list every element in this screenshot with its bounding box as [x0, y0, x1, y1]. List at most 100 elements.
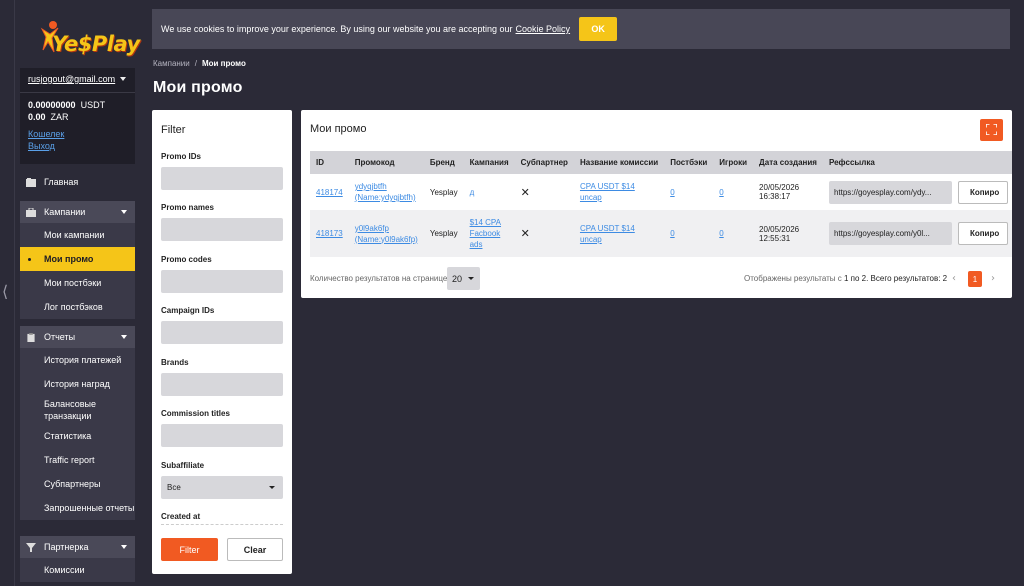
- cell-ref-link: https://goyesplay.com/ydy... Копиро: [822, 174, 1012, 210]
- nav-reports-header[interactable]: Отчеты: [20, 326, 135, 348]
- commission-titles-input[interactable]: [161, 424, 283, 447]
- ref-link-field[interactable]: https://goyesplay.com/y0l...: [828, 222, 952, 245]
- wallet-link[interactable]: Кошелек: [28, 128, 127, 140]
- nav-subpartners[interactable]: Субпартнеры: [20, 472, 135, 496]
- results-title: Мои промо: [310, 123, 367, 135]
- per-page-select[interactable]: 20: [447, 267, 480, 290]
- subaffiliate-label: Subaffiliate: [161, 461, 205, 470]
- campaign-link[interactable]: д: [470, 188, 475, 197]
- col-promocode[interactable]: Промокод: [348, 151, 424, 174]
- nav-reward-history[interactable]: История наград: [20, 372, 135, 396]
- col-campaign[interactable]: Кампания: [463, 151, 515, 174]
- clear-button[interactable]: Clear: [227, 538, 283, 561]
- col-players[interactable]: Игроки: [713, 151, 754, 174]
- filter-button[interactable]: Filter: [161, 538, 218, 561]
- promo-codes-label: Promo codes: [161, 255, 212, 264]
- nav-my-campaigns[interactable]: Мои кампании: [20, 223, 135, 247]
- collapse-divider: [14, 0, 15, 586]
- nav-home[interactable]: Главная: [20, 172, 135, 192]
- col-id[interactable]: ID: [310, 151, 349, 174]
- results-summary: Отображены результаты с 1 по 2. Всего ре…: [744, 274, 947, 283]
- commission-titles-label: Commission titles: [161, 409, 230, 418]
- per-page-value: 20: [452, 273, 463, 284]
- subaffiliate-value: Все: [167, 483, 181, 492]
- nav-postback-log[interactable]: Лог постбэков: [20, 295, 135, 319]
- cell-id: 418174: [310, 174, 349, 210]
- summary-prefix: Отображены результаты с: [744, 274, 842, 283]
- nav-campaigns-header[interactable]: Кампании: [20, 201, 135, 223]
- balance-zar-amount: 0.00: [28, 112, 46, 122]
- promo-table: ID Промокод Бренд Кампания Субпартнер На…: [310, 151, 1012, 257]
- campaign-ids-input[interactable]: [161, 321, 283, 344]
- cell-brand: Yesplay: [423, 174, 464, 210]
- nav-reports-label: Отчеты: [44, 332, 76, 342]
- players-link[interactable]: 0: [719, 188, 723, 197]
- nav-traffic-report[interactable]: Traffic report: [20, 448, 135, 472]
- cookie-text: We use cookies to improve your experienc…: [161, 24, 513, 34]
- filter-panel: Filter Promo IDs Promo names Promo codes…: [152, 110, 292, 574]
- nav-payment-history[interactable]: История платежей: [20, 348, 135, 372]
- promo-id-link[interactable]: 418174: [316, 188, 343, 197]
- nav-group-partner: Партнерка Комиссии: [20, 536, 135, 582]
- chevron-down-icon: [121, 335, 127, 339]
- nav-my-postbacks[interactable]: Мои постбэки: [20, 271, 135, 295]
- page-1-button[interactable]: 1: [968, 271, 982, 287]
- balance-zar-currency: ZAR: [50, 112, 69, 122]
- copy-button[interactable]: Копиро: [957, 222, 1008, 245]
- account-dropdown-icon[interactable]: [120, 77, 126, 81]
- chevron-down-icon: [468, 277, 474, 280]
- commission-link[interactable]: CPA USDT $14 uncap: [580, 224, 635, 244]
- cell-created: 20/05/2026 12:55:31: [753, 210, 823, 257]
- chevron-right-icon[interactable]: ›: [991, 273, 995, 284]
- col-subpartner[interactable]: Субпартнер: [514, 151, 574, 174]
- postbacks-link[interactable]: 0: [670, 188, 674, 197]
- created-at-label: Created at: [161, 512, 201, 521]
- brands-label: Brands: [161, 358, 189, 367]
- subaffiliate-select[interactable]: Все: [161, 476, 283, 499]
- fullscreen-icon: [986, 124, 997, 135]
- promo-id-link[interactable]: 418173: [316, 229, 343, 238]
- ref-link-field[interactable]: https://goyesplay.com/ydy...: [828, 180, 952, 204]
- summary-value: 1 по 2. Всего результатов: 2: [843, 274, 948, 283]
- promocode-link[interactable]: ydyqjbtfh (Name:ydyqjbtfh): [355, 182, 416, 202]
- promo-ids-label: Promo IDs: [161, 152, 202, 161]
- commission-link[interactable]: CPA USDT $14 uncap: [580, 182, 635, 202]
- collapse-sidebar-icon[interactable]: ⟨: [2, 282, 8, 301]
- cookie-policy-link[interactable]: Cookie Policy: [516, 24, 571, 34]
- col-ref-link[interactable]: Рефссылка: [822, 151, 1012, 174]
- nav-requested-reports[interactable]: Запрошенные отчеты: [20, 496, 135, 520]
- players-link[interactable]: 0: [719, 229, 723, 238]
- col-created[interactable]: Дата создания: [753, 151, 823, 174]
- brands-input[interactable]: [161, 373, 283, 396]
- promo-ids-input[interactable]: [161, 167, 283, 190]
- logo-text: Ye$Play: [52, 32, 140, 56]
- nav-partner-header[interactable]: Партнерка: [20, 536, 135, 558]
- breadcrumb-current: Мои промо: [201, 59, 246, 68]
- nav-home-label: Главная: [44, 177, 79, 187]
- nav-balance-transactions[interactable]: Балансовые транзакции: [20, 396, 135, 424]
- nav-my-promo[interactable]: Мои промо: [20, 247, 135, 271]
- created-at-divider: [161, 524, 283, 525]
- promo-codes-input[interactable]: [161, 270, 283, 293]
- logout-link[interactable]: Выход: [28, 140, 127, 152]
- col-commission-name[interactable]: Название комиссии: [573, 151, 665, 174]
- chevron-left-icon[interactable]: ‹: [952, 273, 956, 284]
- fullscreen-button[interactable]: [980, 119, 1003, 141]
- promocode-link[interactable]: y0l9ak6fp (Name:y0l9ak6fp): [355, 224, 418, 244]
- nav-group-campaigns: Кампании Мои кампании Мои промо Мои пост…: [20, 201, 135, 319]
- cell-commission: CPA USDT $14 uncap: [573, 210, 665, 257]
- col-brand[interactable]: Бренд: [423, 151, 464, 174]
- table-row: 418174 ydyqjbtfh (Name:ydyqjbtfh) Yespla…: [310, 174, 1012, 210]
- nav-commissions[interactable]: Комиссии: [20, 558, 135, 582]
- col-postbacks[interactable]: Постбэки: [664, 151, 714, 174]
- ref-link-group: https://goyesplay.com/ydy... Копиро: [828, 180, 1008, 204]
- breadcrumb-parent[interactable]: Кампании: [153, 59, 190, 68]
- logo[interactable]: Ye$Play: [40, 18, 140, 58]
- campaign-link[interactable]: $14 CPA Facbook ads: [470, 218, 501, 249]
- postbacks-link[interactable]: 0: [670, 229, 674, 238]
- account-email[interactable]: rusjogout@gmail.com: [28, 74, 115, 84]
- nav-statistics[interactable]: Статистика: [20, 424, 135, 448]
- cookie-ok-button[interactable]: OK: [579, 17, 618, 41]
- promo-names-input[interactable]: [161, 218, 283, 241]
- copy-button[interactable]: Копиро: [957, 180, 1008, 204]
